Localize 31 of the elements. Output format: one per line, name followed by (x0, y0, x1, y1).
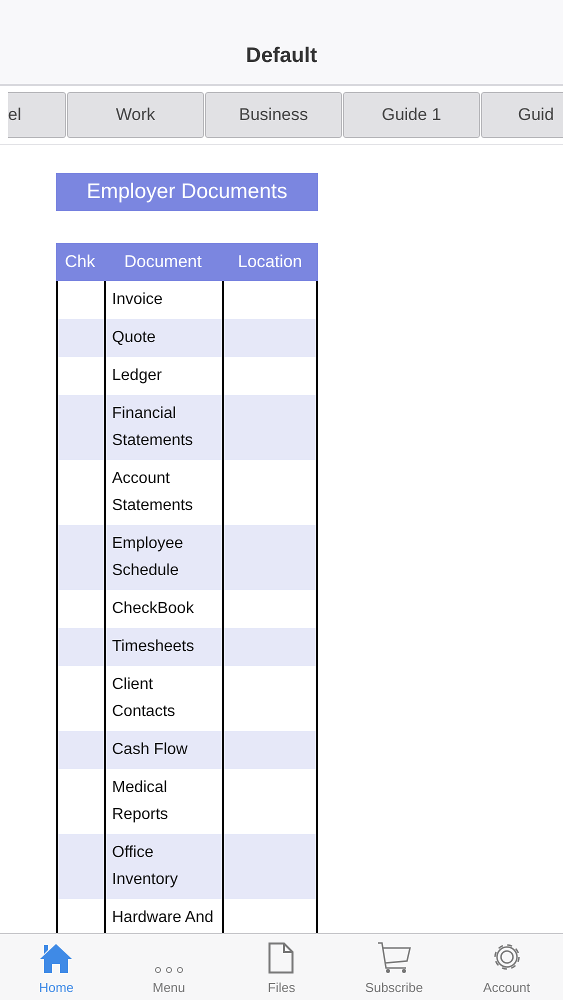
document-name: Client Contacts (112, 676, 176, 720)
document-name: Account Statements (112, 470, 193, 514)
document-name: Invoice (112, 291, 163, 308)
category-tab[interactable]: Guide 1 (343, 92, 480, 138)
document-name: Timesheets (112, 638, 194, 655)
home-icon (39, 942, 74, 974)
document-name: Quote (112, 329, 156, 346)
document-name: Financial Statements (112, 405, 193, 449)
more-icon (154, 966, 184, 974)
document-name: CheckBook (112, 600, 194, 617)
category-tab[interactable]: el (8, 92, 66, 138)
tab-bar-item[interactable]: Account (450, 934, 563, 1000)
category-tab[interactable]: Guid (481, 92, 563, 138)
column-header: Chk (64, 252, 96, 272)
window-title: Default (246, 44, 318, 68)
file-icon (268, 942, 294, 974)
tab-bar-item[interactable]: Subscribe (338, 934, 450, 1000)
category-tab[interactable]: Work (67, 92, 204, 138)
document-name: Ledger (112, 367, 162, 384)
document-name: Hardware And (112, 909, 214, 926)
document-name: Employee Schedule (112, 535, 184, 579)
tab-bar-item[interactable]: Menu (112, 934, 226, 1000)
document-name: Office Inventory (112, 844, 178, 888)
tab-bar-item[interactable]: Files (225, 934, 338, 1000)
column-header: Location (236, 252, 304, 272)
section-title: Employer Documents (56, 173, 318, 211)
document-name: Cash Flow (112, 741, 188, 758)
cart-icon (377, 942, 412, 974)
document-name: Medical Reports (112, 779, 168, 823)
column-header: Document (123, 252, 203, 272)
category-tab[interactable]: Business (205, 92, 342, 138)
